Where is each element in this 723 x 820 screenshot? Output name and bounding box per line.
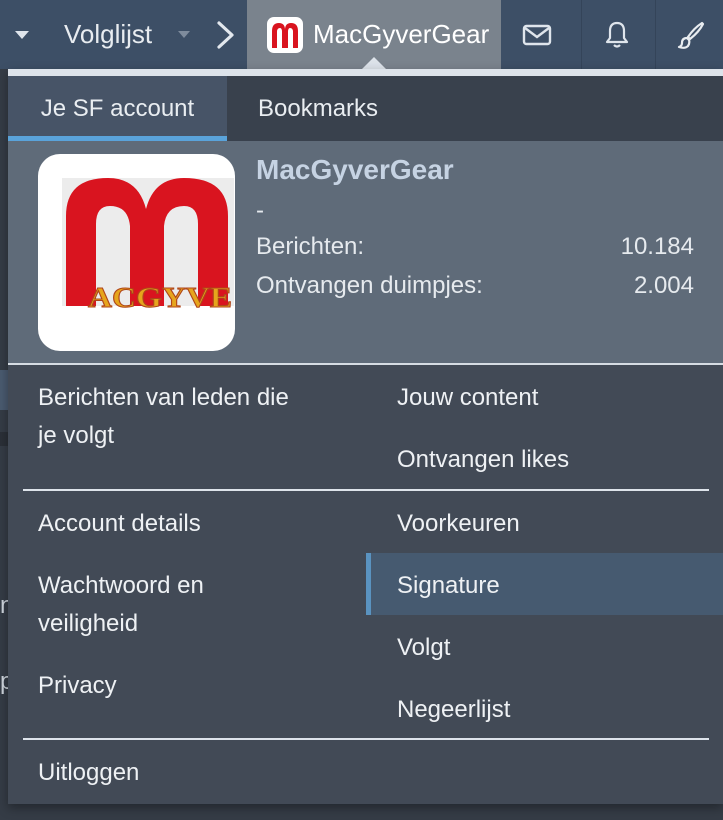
volglijst-caret-button[interactable] <box>176 0 192 69</box>
menu-divider <box>23 489 709 491</box>
svg-text:ACGYVE: ACGYVE <box>88 283 232 314</box>
link-negeerlijst[interactable]: Negeerlijst <box>397 691 510 729</box>
macgyver-logo: ACGYVE <box>62 178 234 315</box>
nav-account-button[interactable]: MacGyverGear <box>247 0 501 70</box>
link-signature[interactable]: Signature <box>397 567 500 605</box>
link-volgt[interactable]: Volgt <box>397 629 450 667</box>
nav-volglijst-link[interactable]: Volglijst <box>64 0 152 69</box>
top-navbar: Volglijst MacGyverGear <box>0 0 723 70</box>
account-logo-mini <box>267 16 303 53</box>
link-wachtwoord-en-veiligheid[interactable]: Wachtwoord en veiligheid <box>38 567 204 643</box>
stat-messages: Berichten: 10.184 <box>256 233 694 261</box>
link-uitloggen[interactable]: Uitloggen <box>38 754 139 792</box>
link-berichten-van-leden[interactable]: Berichten van leden die je volgt <box>38 379 289 455</box>
link-text-line: veiligheid <box>38 610 139 637</box>
link-text-line: Berichten van leden die <box>38 384 289 411</box>
nav-caret-button[interactable] <box>12 0 32 69</box>
alerts-button[interactable] <box>581 0 652 69</box>
chevron-right-icon <box>212 0 240 69</box>
mail-icon <box>522 24 552 45</box>
stat-likes-received: Ontvangen duimpjes: 2.004 <box>256 272 694 300</box>
stat-label: Ontvangen duimpjes: <box>256 272 483 299</box>
caret-down-icon <box>178 31 190 38</box>
tab-je-sf-account[interactable]: Je SF account <box>8 76 227 141</box>
brush-icon <box>677 21 705 49</box>
account-dropdown-menu: Je SF account Bookmarks ACGYVE MacGyverG… <box>8 69 723 804</box>
link-text-line: Wachtwoord en <box>38 572 204 599</box>
link-account-details[interactable]: Account details <box>38 505 201 543</box>
stat-label: Berichten: <box>256 233 365 260</box>
menu-tabs: Je SF account Bookmarks <box>8 76 723 141</box>
tab-label: Bookmarks <box>258 94 379 122</box>
profile-username[interactable]: MacGyverGear <box>256 154 454 186</box>
profile-card: ACGYVE MacGyverGear - Berichten: 10.184 … <box>8 141 723 365</box>
link-ontvangen-likes[interactable]: Ontvangen likes <box>397 441 569 479</box>
inbox-button[interactable] <box>502 0 572 69</box>
tab-label: Je SF account <box>40 94 195 122</box>
tab-bookmarks[interactable]: Bookmarks <box>258 76 378 141</box>
style-chooser-button[interactable] <box>655 0 723 69</box>
caret-down-icon <box>15 30 29 39</box>
menu-divider <box>23 738 709 740</box>
link-voorkeuren[interactable]: Voorkeuren <box>397 505 520 543</box>
link-jouw-content[interactable]: Jouw content <box>397 379 538 417</box>
avatar[interactable]: ACGYVE <box>38 154 235 351</box>
link-privacy[interactable]: Privacy <box>38 667 117 705</box>
stat-value: 2.004 <box>633 272 694 299</box>
link-text-line: je volgt <box>38 422 115 449</box>
bell-icon <box>605 21 629 48</box>
nav-account-name: MacGyverGear <box>313 19 490 49</box>
profile-user-title: - <box>256 197 264 224</box>
stat-value: 10.184 <box>620 233 694 260</box>
